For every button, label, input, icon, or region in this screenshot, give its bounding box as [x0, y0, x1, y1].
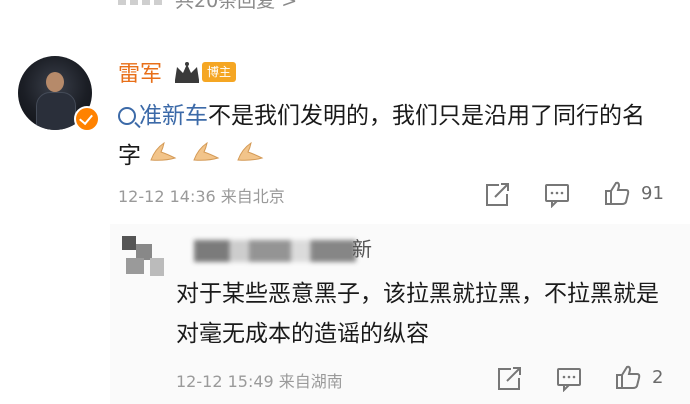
reply-avatar-pixel	[126, 258, 144, 274]
view-replies-link[interactable]: 共20条回复 >	[175, 0, 297, 13]
reply-avatar[interactable]	[122, 236, 164, 278]
pray-hands-emoji-icon	[193, 141, 220, 161]
crown-icon	[175, 62, 199, 83]
thumbs-up-icon[interactable]	[614, 364, 642, 390]
like-count: 91	[641, 183, 664, 204]
avatar-body	[36, 92, 76, 130]
thumbs-up-icon[interactable]	[603, 180, 631, 206]
reply-location: 来自湖南	[278, 372, 343, 391]
comment-location: 来自北京	[220, 187, 285, 206]
reply-time: 12-12 15:49	[176, 372, 274, 391]
verified-icon	[74, 106, 100, 132]
reply-avatar-pixel	[122, 236, 136, 250]
topic-link[interactable]: 准新车	[139, 103, 208, 129]
search-icon	[118, 106, 136, 125]
top-divider	[118, 0, 166, 5]
comment-username[interactable]: 雷军	[118, 56, 162, 88]
reply-username-blurred[interactable]	[194, 240, 356, 262]
pray-hands-emoji-icon	[150, 141, 177, 161]
share-icon[interactable]	[495, 366, 523, 392]
reply-username-tail: 新	[352, 237, 372, 261]
emoji-row	[149, 137, 272, 177]
share-icon[interactable]	[483, 182, 511, 208]
avatar-head	[46, 72, 64, 92]
pray-hands-emoji-icon	[236, 141, 263, 161]
reply-avatar-pixel	[150, 258, 164, 276]
reply-text: 对于某些恶意黑子，该拉黑就拉黑，不拉黑就是对毫无成本的造谣的纵容	[176, 281, 659, 347]
blogger-badge: 博主	[202, 62, 237, 82]
comment-time: 12-12 14:36	[118, 187, 216, 206]
comment-icon[interactable]	[543, 182, 571, 208]
comment-text: 准新车不是我们发明的，我们只是沿用了同行的名字	[118, 96, 663, 177]
comment-meta: 12-12 14:36 来自北京	[118, 183, 285, 207]
reply-like-count: 2	[652, 367, 664, 388]
reply-meta: 12-12 15:49 来自湖南	[176, 368, 343, 392]
comment-icon[interactable]	[555, 366, 583, 392]
